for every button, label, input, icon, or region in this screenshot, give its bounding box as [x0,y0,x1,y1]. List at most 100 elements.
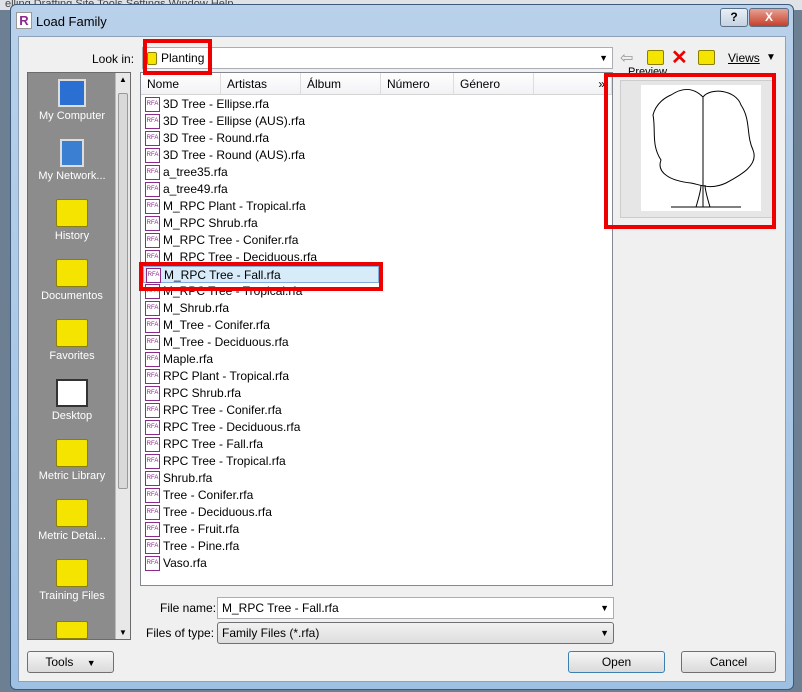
places-scrollbar[interactable]: ▲ ▼ [115,73,130,639]
file-name-text: 3D Tree - Round (AUS).rfa [163,148,306,162]
file-name-text: a_tree49.rfa [163,182,228,196]
rfa-file-icon: RFA [145,114,160,129]
file-list-item[interactable]: RFA M_RPC Tree - Conifer.rfa [143,232,298,249]
network-icon [60,139,84,167]
place-documentos[interactable]: Documentos [28,259,116,302]
more-columns-button[interactable]: » [534,73,612,95]
file-name-text: a_tree35.rfa [163,165,228,179]
file-list-item[interactable]: RFA 3D Tree - Round (AUS).rfa [143,147,305,164]
file-list[interactable]: Nome Artistas Álbum Número Género » RFA 3… [140,72,613,586]
cancel-button[interactable]: Cancel [681,651,776,673]
rfa-file-icon: RFA [145,199,160,214]
place-metric-detail[interactable]: Metric Detai... [28,499,116,542]
file-list-item[interactable]: RFA a_tree49.rfa [143,181,228,198]
file-list-item[interactable]: RFA Tree - Pine.rfa [143,538,239,555]
place-my-network[interactable]: My Network... [28,139,116,182]
rfa-file-icon: RFA [145,148,160,163]
file-list-item[interactable]: RFA RPC Shrub.rfa [143,385,241,402]
files-of-type-select[interactable]: Family Files (*.rfa) ▼ [217,622,614,644]
file-list-item[interactable]: RFA Maple.rfa [143,351,213,368]
file-name-text: Tree - Pine.rfa [163,539,240,553]
file-list-item[interactable]: RFA Vaso.rfa [143,555,207,572]
delete-icon[interactable]: ✕ [671,45,688,70]
file-list-item[interactable]: RFA RPC Tree - Fall.rfa [143,436,263,453]
views-button[interactable]: Views [728,51,760,65]
up-folder-icon[interactable] [647,50,664,65]
file-name-text: RPC Tree - Tropical.rfa [163,454,286,468]
place-history[interactable]: History [28,199,116,242]
place-label: Metric Library [38,470,106,482]
rfa-file-icon: RFA [145,318,160,333]
file-name-text: M_Shrub.rfa [163,301,230,315]
file-name-text: 3D Tree - Ellipse.rfa [163,97,270,111]
file-list-item[interactable]: RFA a_tree35.rfa [143,164,228,181]
file-list-item[interactable]: RFA Tree - Fruit.rfa [143,521,239,538]
place-my-computer[interactable]: My Computer [28,79,116,122]
tools-label: Tools [45,655,74,669]
column-header-artistas[interactable]: Artistas [221,73,301,95]
open-button[interactable]: Open [568,651,665,673]
place-more[interactable] [28,621,116,642]
column-header-album[interactable]: Álbum [301,73,381,95]
rfa-file-icon: RFA [145,335,160,350]
place-label: Documentos [41,290,103,302]
place-label: My Computer [38,110,106,122]
folder-icon [56,499,88,527]
rfa-file-icon: RFA [145,488,160,503]
help-button[interactable]: ? [720,8,748,27]
rfa-file-icon: RFA [145,556,160,571]
file-list-item[interactable]: RFA RPC Plant - Tropical.rfa [143,368,289,385]
chevron-down-icon: ▼ [600,628,609,638]
rfa-file-icon: RFA [145,97,160,112]
file-name-input[interactable]: M_RPC Tree - Fall.rfa ▼ [217,597,614,619]
place-label: Favorites [49,350,95,362]
views-dropdown-icon[interactable]: ▼ [766,52,776,63]
rfa-file-icon: RFA [145,420,160,435]
file-list-item[interactable]: RFA M_Shrub.rfa [143,300,229,317]
file-list-item[interactable]: RFA M_Tree - Deciduous.rfa [143,334,289,351]
new-folder-icon[interactable] [698,50,715,65]
file-list-item[interactable]: RFA RPC Tree - Tropical.rfa [143,453,286,470]
place-desktop[interactable]: Desktop [28,379,116,422]
place-label: Desktop [51,410,93,422]
desktop-icon [56,379,88,407]
place-favorites[interactable]: Favorites [28,319,116,362]
highlight-box-preview [604,73,776,229]
file-name-text: RPC Tree - Fall.rfa [163,437,264,451]
place-metric-library[interactable]: Metric Library [28,439,116,482]
column-header-genero[interactable]: Género [454,73,534,95]
file-list-item[interactable]: RFA RPC Tree - Deciduous.rfa [143,419,300,436]
file-name-text: M_RPC Shrub.rfa [163,216,258,230]
file-list-item[interactable]: RFA M_RPC Plant - Tropical.rfa [143,198,306,215]
column-header-numero[interactable]: Número [381,73,454,95]
file-list-item[interactable]: RFA M_RPC Shrub.rfa [143,215,258,232]
chevron-down-icon[interactable]: ▼ [600,603,609,613]
back-icon[interactable]: ⇦ [620,48,633,68]
place-label: Metric Detai... [38,530,106,542]
file-list-item[interactable]: RFA Tree - Deciduous.rfa [143,504,272,521]
place-training-files[interactable]: Training Files [28,559,116,602]
file-list-item[interactable]: RFA 3D Tree - Round.rfa [143,130,269,147]
file-list-item[interactable]: RFA 3D Tree - Ellipse (AUS).rfa [143,113,305,130]
files-of-type-label: Files of type: [146,626,215,640]
file-list-item[interactable]: RFA 3D Tree - Ellipse.rfa [143,96,269,113]
file-list-item[interactable]: RFA Tree - Conifer.rfa [143,487,253,504]
rfa-file-icon: RFA [145,403,160,418]
tools-button[interactable]: Tools ▼ [27,651,114,673]
scrollbar-thumb[interactable] [118,93,128,489]
documents-folder-icon [56,259,88,287]
file-name-text: RPC Tree - Conifer.rfa [163,403,282,417]
file-list-item[interactable]: RFA M_Tree - Conifer.rfa [143,317,270,334]
look-in-combo[interactable]: Planting ▼ [142,47,613,69]
rfa-file-icon: RFA [145,131,160,146]
look-in-label: Look in: [92,52,135,66]
rfa-file-icon: RFA [145,233,160,248]
file-name-text: 3D Tree - Ellipse (AUS).rfa [163,114,306,128]
chevron-down-icon: ▼ [86,658,96,668]
file-list-item[interactable]: RFA RPC Tree - Conifer.rfa [143,402,282,419]
file-name-text: Tree - Fruit.rfa [163,522,240,536]
close-button[interactable]: X [749,8,789,27]
column-header-nome[interactable]: Nome [141,73,221,95]
rfa-file-icon: RFA [145,386,160,401]
file-list-item[interactable]: RFA Shrub.rfa [143,470,212,487]
